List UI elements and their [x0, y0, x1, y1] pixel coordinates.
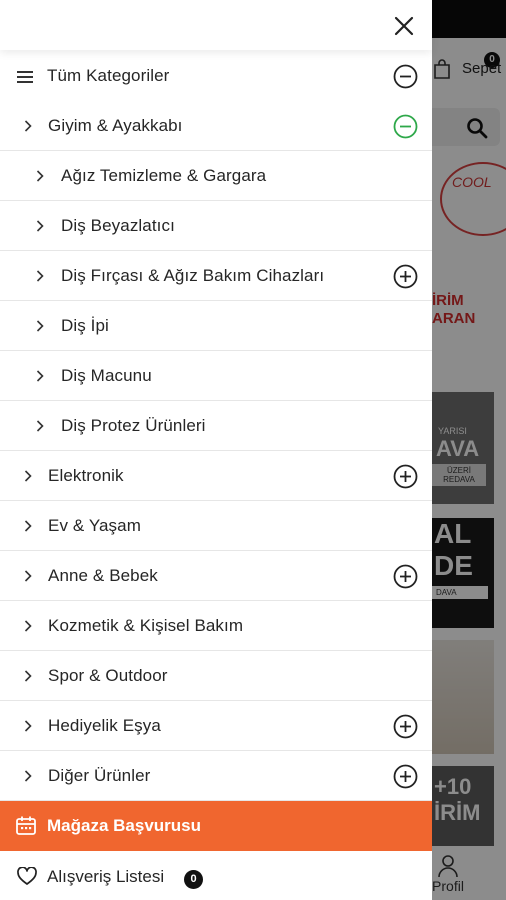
drawer-scrim[interactable] [432, 0, 506, 900]
category-label: Anne & Bebek [48, 566, 158, 585]
category-label: Hediyelik Eşya [48, 716, 161, 735]
chevron-right-icon [36, 420, 44, 432]
expand-plus-icon[interactable] [393, 764, 418, 789]
drawer-header [0, 0, 432, 50]
chevron-right-icon [24, 770, 32, 782]
close-button[interactable] [390, 12, 418, 40]
category-row[interactable]: Ev & Yaşam [0, 501, 432, 551]
category-row[interactable]: Diş Protez Ürünleri [0, 401, 432, 451]
category-label: Diş İpi [61, 316, 109, 335]
category-label: Diş Beyazlatıcı [61, 216, 175, 235]
store-application-button[interactable]: Mağaza Başvurusu [0, 801, 432, 851]
category-row[interactable]: Diş İpi [0, 301, 432, 351]
chevron-right-icon [24, 120, 32, 132]
wishlist-count-badge: 0 [184, 870, 203, 889]
chevron-right-icon [24, 570, 32, 582]
chevron-right-icon [24, 470, 32, 482]
all-categories-row[interactable]: Tüm Kategoriler [0, 51, 432, 101]
chevron-right-icon [24, 720, 32, 732]
category-label: Diş Protez Ürünleri [61, 416, 206, 435]
category-row[interactable]: Elektronik [0, 451, 432, 501]
category-row[interactable]: Spor & Outdoor [0, 651, 432, 701]
expand-plus-icon[interactable] [393, 714, 418, 739]
category-drawer: Tüm Kategoriler Giyim & Ayakkabı Ağız Tem… [0, 0, 432, 900]
chevron-right-icon [36, 320, 44, 332]
menu-lines-icon [17, 71, 33, 83]
category-label: Diş Macunu [61, 366, 152, 385]
collapse-minus-icon[interactable] [393, 114, 418, 139]
category-row[interactable]: Diş Macunu [0, 351, 432, 401]
category-label: Elektronik [48, 466, 124, 485]
expand-plus-icon[interactable] [393, 464, 418, 489]
category-label: Diş Fırçası & Ağız Bakım Cihazları [61, 266, 325, 285]
wishlist-row[interactable]: Alışveriş Listesi 0 [0, 851, 432, 900]
category-label: Diğer Ürünler [48, 766, 151, 785]
chevron-right-icon [36, 220, 44, 232]
category-row[interactable]: Ağız Temizleme & Gargara [0, 151, 432, 201]
category-row[interactable]: Hediyelik Eşya [0, 701, 432, 751]
chevron-right-icon [24, 670, 32, 682]
category-label: Spor & Outdoor [48, 666, 168, 685]
category-label: Ev & Yaşam [48, 516, 141, 535]
category-label: Kozmetik & Kişisel Bakım [48, 616, 244, 635]
close-icon [394, 16, 414, 36]
category-label: Giyim & Ayakkabı [48, 116, 183, 135]
store-calendar-icon [16, 816, 36, 835]
collapse-minus-icon[interactable] [393, 64, 418, 89]
all-categories-label: Tüm Kategoriler [47, 66, 170, 85]
category-row[interactable]: Diğer Ürünler [0, 751, 432, 801]
heart-icon [17, 867, 37, 885]
category-row[interactable]: Diş Beyazlatıcı [0, 201, 432, 251]
chevron-right-icon [36, 270, 44, 282]
category-label: Ağız Temizleme & Gargara [61, 166, 267, 185]
category-row[interactable]: Giyim & Ayakkabı [0, 101, 432, 151]
store-application-label: Mağaza Başvurusu [47, 816, 201, 835]
expand-plus-icon[interactable] [393, 264, 418, 289]
chevron-right-icon [36, 370, 44, 382]
category-row[interactable]: Anne & Bebek [0, 551, 432, 601]
chevron-right-icon [24, 520, 32, 532]
category-row[interactable]: Kozmetik & Kişisel Bakım [0, 601, 432, 651]
chevron-right-icon [24, 620, 32, 632]
wishlist-label: Alışveriş Listesi [47, 867, 165, 886]
chevron-right-icon [36, 170, 44, 182]
category-row[interactable]: Diş Fırçası & Ağız Bakım Cihazları [0, 251, 432, 301]
expand-plus-icon[interactable] [393, 564, 418, 589]
